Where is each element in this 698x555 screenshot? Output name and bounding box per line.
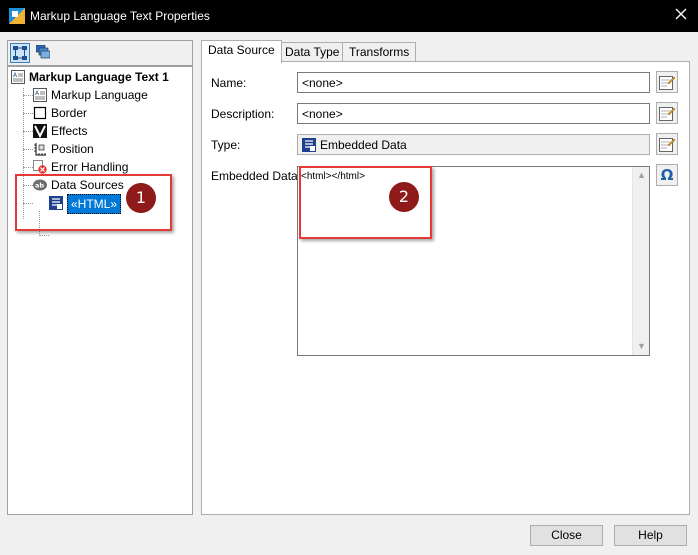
markup-language-icon: A: [33, 88, 47, 102]
edit-icon: [659, 76, 675, 90]
layers-icon: [36, 45, 50, 59]
dialog-body: A Markup Language Text 1 A Markup Langua…: [0, 32, 698, 555]
help-button[interactable]: Help: [614, 525, 687, 546]
scroll-up-icon[interactable]: ▲: [633, 167, 650, 184]
type-field: Embedded Data: [297, 134, 650, 155]
tree-toolbar: [7, 40, 193, 66]
tree-line: [39, 235, 49, 236]
close-icon[interactable]: [673, 6, 689, 22]
name-label: Name:: [211, 76, 247, 90]
data-source-panel: Name: <none> Description: <none> Type: E…: [201, 61, 690, 515]
scroll-down-icon[interactable]: ▼: [633, 338, 650, 355]
app-icon: [9, 8, 25, 24]
tree-line: [23, 149, 33, 150]
annotation-badge-1: 1: [126, 183, 156, 213]
edit-description-button[interactable]: [656, 102, 678, 124]
tree-line: [23, 113, 33, 114]
tree-item-label: Effects: [51, 124, 88, 138]
error-handling-icon: [33, 160, 47, 174]
tree-item-label: Position: [51, 142, 94, 156]
tree-item-label: Markup Language: [51, 88, 148, 102]
tree-root-label: Markup Language Text 1: [29, 70, 169, 84]
position-icon: [34, 143, 46, 156]
vertical-scrollbar[interactable]: ▲ ▼: [632, 167, 649, 355]
name-field[interactable]: <none>: [297, 72, 650, 93]
edit-name-button[interactable]: [656, 71, 678, 93]
border-icon: [33, 106, 47, 120]
effects-icon: [33, 124, 47, 138]
window-title: Markup Language Text Properties: [30, 9, 210, 23]
description-label: Description:: [211, 107, 275, 121]
title-bar: Markup Language Text Properties: [0, 0, 698, 32]
type-value: Embedded Data: [320, 138, 407, 152]
edit-icon: [659, 138, 675, 152]
tab-data-type[interactable]: Data Type: [278, 42, 347, 62]
tab-data-source[interactable]: Data Source: [201, 40, 282, 63]
embedded-data-icon: [302, 138, 316, 152]
description-field[interactable]: <none>: [297, 103, 650, 124]
special-characters-button[interactable]: Ω: [656, 164, 678, 186]
tab-transforms[interactable]: Transforms: [342, 42, 417, 62]
annotation-badge-2: 2: [389, 182, 419, 212]
tree-view-icon: [13, 46, 27, 60]
omega-icon: Ω: [660, 166, 674, 184]
tree-line: [23, 167, 33, 168]
close-button[interactable]: Close: [530, 525, 603, 546]
layers-view-button[interactable]: [34, 43, 54, 63]
type-label: Type:: [211, 138, 241, 152]
tree-item-label: Border: [51, 106, 88, 120]
tree-line: [23, 95, 33, 96]
tree-panel: A Markup Language Text 1 A Markup Langua…: [7, 66, 193, 515]
markup-text-icon: A: [11, 70, 25, 84]
edit-icon: [659, 107, 675, 121]
tree-view-button[interactable]: [10, 43, 30, 63]
edit-type-button[interactable]: [656, 133, 678, 155]
embedded-data-label: Embedded Data:: [211, 169, 302, 183]
tree-line: [23, 131, 33, 132]
